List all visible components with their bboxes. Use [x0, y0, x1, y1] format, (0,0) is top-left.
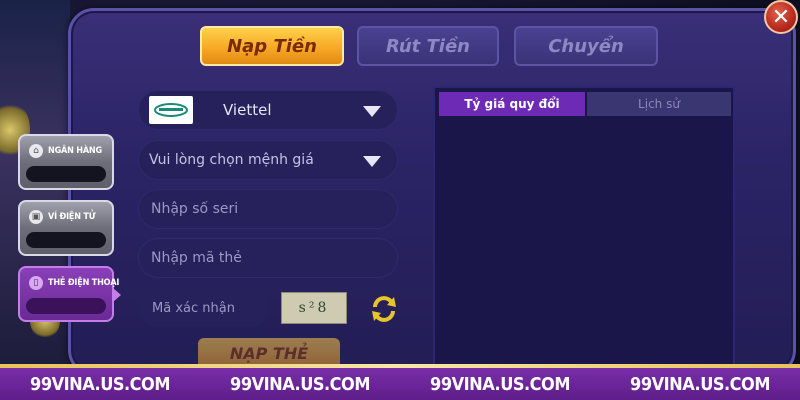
side-tab-bar [26, 298, 106, 314]
card-code-input[interactable] [149, 249, 383, 267]
rate-panel: Tỷ giá quy đổi Lịch sử [433, 86, 735, 370]
side-tab-label: VÍ ĐIỆN TỬ [48, 212, 96, 222]
side-tab-label: NGÂN HÀNG [48, 146, 102, 156]
footer-url: 99VINA.US.COM [630, 373, 770, 395]
serial-input[interactable] [149, 200, 383, 218]
chevron-down-icon [363, 156, 381, 167]
bank-icon: ⌂ [29, 144, 43, 158]
refresh-icon[interactable] [368, 293, 400, 325]
tab-nap-tien[interactable]: Nạp Tiền [200, 26, 344, 66]
chevron-down-icon [363, 106, 381, 117]
captcha-image: s²8 [281, 292, 347, 324]
footer-url: 99VINA.US.COM [30, 373, 170, 395]
tab-chuyen[interactable]: Chuyển [514, 26, 658, 66]
carrier-select[interactable]: Viettel [138, 90, 398, 130]
carrier-value: Viettel [223, 101, 272, 119]
side-tab-label: THẺ ĐIỆN THOẠI [48, 278, 120, 288]
tab-rut-tien[interactable]: Rút Tiền [357, 26, 499, 66]
side-tab-ngan-hang[interactable]: ⌂ NGÂN HÀNG [18, 134, 114, 190]
viettel-logo [149, 96, 193, 124]
side-tab-bar [26, 166, 106, 182]
captcha-input[interactable] [150, 299, 264, 317]
tab-exchange-rate[interactable]: Tỷ giá quy đổi [439, 92, 585, 116]
card-code-field[interactable] [138, 238, 398, 278]
captcha-text: s²8 [298, 300, 330, 316]
captcha-field[interactable] [138, 289, 270, 327]
phone-icon: ▯ [29, 276, 43, 290]
side-tab-vi-dien-tu[interactable]: ▣ VÍ ĐIỆN TỬ [18, 200, 114, 256]
close-button[interactable]: ✕ [764, 0, 798, 34]
footer-url: 99VINA.US.COM [230, 373, 370, 395]
wallet-icon: ▣ [29, 210, 43, 224]
side-tab-bar [26, 232, 106, 248]
tab-history[interactable]: Lịch sử [587, 92, 731, 116]
denomination-select[interactable]: Vui lòng chọn mệnh giá [138, 140, 398, 180]
side-tab-the-dien-thoai[interactable]: ▯ THẺ ĐIỆN THOẠI [18, 266, 121, 322]
denomination-value: Vui lòng chọn mệnh giá [149, 152, 314, 168]
footer-banner: 99VINA.US.COM 99VINA.US.COM 99VINA.US.CO… [0, 368, 800, 400]
close-icon: ✕ [771, 4, 791, 30]
serial-field[interactable] [138, 189, 398, 229]
footer-url: 99VINA.US.COM [430, 373, 570, 395]
